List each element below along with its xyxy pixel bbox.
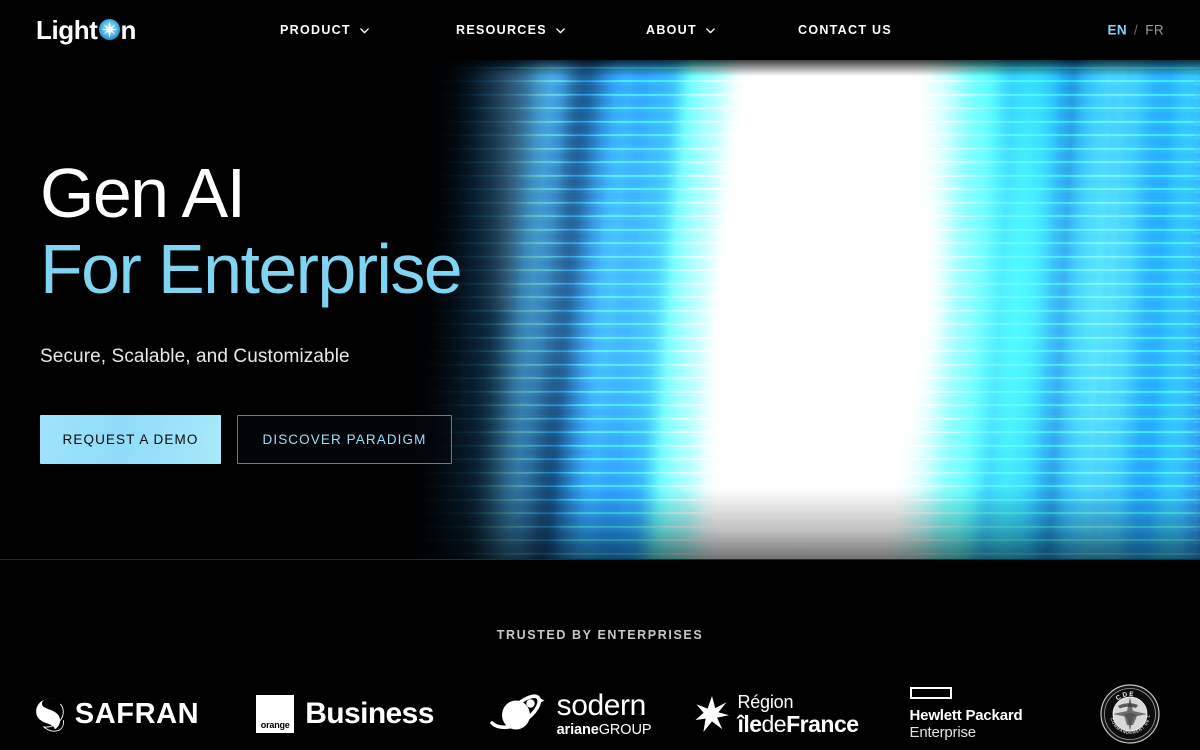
landing-page: Light n PRODUCT RESOURCES ABOUT CONTACT … [0, 0, 1200, 750]
nav-links: PRODUCT RESOURCES ABOUT CONTACT US [280, 0, 918, 60]
brand-text-first: Light [36, 15, 98, 45]
discover-paradigm-button[interactable]: DISCOVER PARADIGM [237, 415, 452, 464]
chevron-down-icon [555, 25, 566, 36]
language-switcher: EN / FR [1107, 23, 1164, 38]
cde-seal-icon: CDE COMMANDEMENT DE L'ESPACE [1098, 680, 1160, 744]
business-wordmark: Business [305, 697, 434, 730]
hpe-line2: Enterprise [909, 724, 977, 741]
nav-item-resources[interactable]: RESOURCES [456, 0, 646, 60]
trusted-by-section: TRUSTED BY ENTERPRISES SAFRAN orange Bus… [0, 561, 1200, 750]
chevron-down-icon [359, 25, 370, 36]
sodern-sub-light: GROUP [598, 721, 652, 738]
safran-swirl-icon [34, 696, 64, 732]
safran-wordmark: SAFRAN [74, 697, 200, 730]
nav-item-about-label: ABOUT [646, 23, 697, 37]
hero-title-line2: For Enterprise [40, 230, 463, 308]
sodern-wordmark: sodern [556, 688, 647, 722]
nav-item-about[interactable]: ABOUT [646, 0, 798, 60]
orange-square-icon: orange [256, 695, 295, 733]
region-line2-bold-a: île [737, 710, 762, 737]
language-separator: / [1134, 22, 1139, 38]
hero-section: Gen AI For Enterprise Secure, Scalable, … [0, 60, 1200, 560]
brand-text-last: n [120, 15, 137, 45]
hero-cta-group: REQUEST A DEMO DISCOVER PARADIGM [40, 415, 461, 464]
region-line2: îledeFrance [737, 710, 859, 737]
hero-subtitle: Secure, Scalable, and Customizable [40, 346, 350, 367]
language-option-en[interactable]: EN [1107, 23, 1127, 38]
seven-point-star-icon [695, 696, 730, 732]
nav-item-contact-us[interactable]: CONTACT US [798, 0, 918, 60]
region-line1: Région [737, 691, 794, 712]
partner-logo-region-ile-de-france[interactable]: Région îledeFrance [682, 678, 872, 750]
sodern-subwordmark: arianeGROUP [557, 723, 652, 738]
top-navigation-bar: Light n PRODUCT RESOURCES ABOUT CONTACT … [0, 0, 1200, 60]
sodern-sub-bold: ariane [556, 721, 599, 738]
hpe-rectangle-icon [909, 686, 952, 699]
hpe-line1: Hewlett Packard [909, 706, 1023, 724]
hero-top-vignette [0, 60, 1200, 76]
partner-logo-sodern[interactable]: sodern arianeGROUP [457, 678, 682, 750]
trusted-by-label: TRUSTED BY ENTERPRISES [496, 628, 704, 642]
region-line2-bold-b: France [786, 710, 859, 737]
request-a-demo-button[interactable]: REQUEST A DEMO [40, 415, 221, 464]
lighton-logo[interactable]: Light n [36, 17, 136, 43]
partner-logo-row: SAFRAN orange Business sodern arianeGROU… [0, 678, 1200, 750]
partner-logo-commandement-de-lespace[interactable]: CDE COMMANDEMENT DE L'ESPACE [1060, 678, 1200, 750]
partner-logo-orange-business[interactable]: orange Business [233, 678, 457, 750]
chevron-down-icon [705, 25, 716, 36]
hero-title: Gen AI For Enterprise [40, 154, 463, 308]
sodern-planet-icon [488, 693, 550, 735]
region-line2-light: de [761, 710, 787, 737]
hero-bottom-vignette [0, 489, 1200, 559]
hero-content: Gen AI For Enterprise Secure, Scalable, … [40, 154, 463, 464]
nav-item-product[interactable]: PRODUCT [280, 0, 456, 60]
nav-item-contact-us-label: CONTACT US [798, 23, 893, 37]
partner-logo-hewlett-packard-enterprise[interactable]: Hewlett Packard Enterprise [872, 678, 1060, 750]
language-option-fr[interactable]: FR [1145, 23, 1164, 38]
orange-badge-text: orange [260, 720, 290, 730]
hero-title-line1: Gen AI [40, 154, 246, 232]
nav-item-product-label: PRODUCT [280, 23, 351, 37]
star-sparkle-icon [98, 18, 120, 40]
nav-item-resources-label: RESOURCES [456, 23, 547, 37]
partner-logo-safran[interactable]: SAFRAN [0, 678, 233, 750]
